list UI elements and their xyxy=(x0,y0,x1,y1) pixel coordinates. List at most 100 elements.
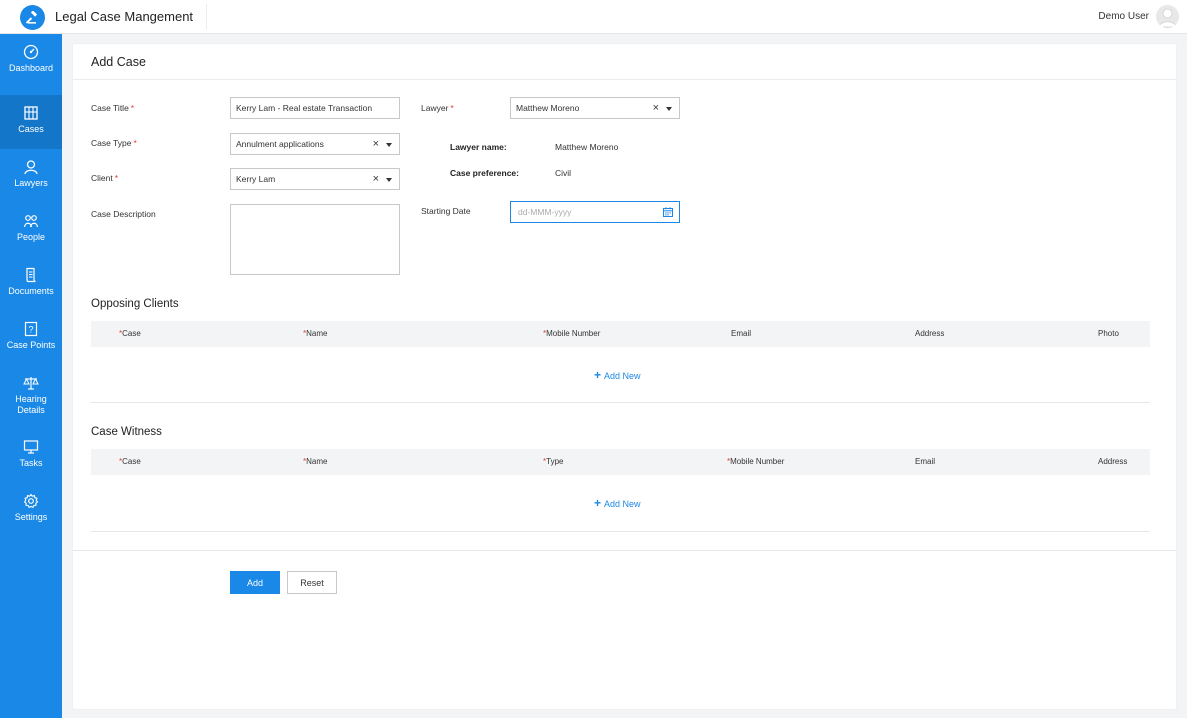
column-header-label: Name xyxy=(306,457,328,466)
case-witness-table-header: *Case *Name *Type *Mobile Number Email A… xyxy=(91,449,1150,475)
people-icon xyxy=(23,215,39,228)
reset-button[interactable]: Reset xyxy=(287,571,337,594)
required-asterisk: * xyxy=(130,103,135,113)
starting-date-input[interactable]: dd-MMM-yyyy xyxy=(510,201,680,223)
sidebar-item-label: People xyxy=(16,232,46,242)
column-header-mobile-number: *Mobile Number xyxy=(541,329,600,338)
opposing-clients-title: Opposing Clients xyxy=(91,298,179,310)
client-value: Kerry Lam xyxy=(236,174,276,184)
column-header-name: *Name xyxy=(301,329,327,338)
sidebar-item-hearing-details[interactable]: Hearing Details xyxy=(0,365,62,427)
opposing-clients-add-new-button[interactable]: + Add New xyxy=(594,368,641,382)
lawyer-name-label: Lawyer name: xyxy=(450,142,507,152)
plus-icon: + xyxy=(594,496,602,510)
divider xyxy=(91,402,1150,403)
column-header-label: Mobile Number xyxy=(546,329,601,338)
user-avatar-icon[interactable] xyxy=(1156,5,1179,28)
starting-date-label: Starting Date xyxy=(421,206,471,216)
sidebar-item-label: Lawyers xyxy=(14,178,48,188)
add-new-label: Add New xyxy=(604,371,641,381)
opposing-clients-table-header: *Case *Name *Mobile Number Email Address… xyxy=(91,321,1150,347)
column-header-address: Address xyxy=(1098,457,1128,466)
sidebar-item-label: Documents xyxy=(8,286,54,296)
clear-icon[interactable]: × xyxy=(373,173,379,185)
sidebar-item-people[interactable]: People xyxy=(0,203,62,257)
divider xyxy=(73,79,1176,80)
settings-icon xyxy=(23,493,39,509)
case-witness-add-new-button[interactable]: + Add New xyxy=(594,496,641,510)
column-header-email: Email xyxy=(915,457,936,466)
lawyer-value: Matthew Moreno xyxy=(516,103,580,113)
column-header-address: Address xyxy=(915,329,945,338)
client-label-text: Client xyxy=(91,173,113,183)
sidebar-item-label: Tasks xyxy=(19,458,43,468)
case-type-select[interactable]: Annulment applications × xyxy=(230,133,400,155)
clear-icon[interactable]: × xyxy=(653,102,659,114)
case-points-icon: ? xyxy=(24,321,38,337)
chevron-down-icon[interactable] xyxy=(666,107,672,111)
chevron-down-icon[interactable] xyxy=(386,143,392,147)
case-preference-label: Case preference: xyxy=(450,168,519,178)
sidebar-item-label: Case Points xyxy=(6,340,56,350)
column-header-case: *Case xyxy=(117,457,141,466)
sidebar-item-cases[interactable]: Cases xyxy=(0,95,62,149)
column-header-type: *Type xyxy=(541,457,563,466)
sidebar-item-label: Dashboard xyxy=(8,63,54,73)
column-header-email: Email xyxy=(731,329,752,338)
column-header-label: Case xyxy=(122,329,141,338)
required-asterisk: * xyxy=(114,173,119,183)
client-select[interactable]: Kerry Lam × xyxy=(230,168,400,190)
sidebar-item-label: Hearing Details xyxy=(15,394,47,415)
documents-icon xyxy=(26,267,36,283)
lawyer-name-value: Matthew Moreno xyxy=(555,142,619,152)
case-description-textarea[interactable] xyxy=(230,204,400,275)
column-header-label: Name xyxy=(306,329,328,338)
app-title: Legal Case Mangement xyxy=(55,9,194,24)
add-case-panel: Add Case Case Title * Kerry Lam - Real es… xyxy=(73,44,1176,709)
sidebar-item-label: Settings xyxy=(14,512,48,522)
required-asterisk: * xyxy=(450,103,454,113)
header-divider xyxy=(206,4,207,30)
column-header-label: Case xyxy=(122,457,141,466)
user-name[interactable]: Demo User xyxy=(1098,11,1149,22)
add-new-label: Add New xyxy=(604,499,641,509)
plus-icon: + xyxy=(594,368,602,382)
top-header: Legal Case Mangement Demo User xyxy=(0,0,1187,34)
calendar-icon[interactable] xyxy=(663,207,673,217)
lawyer-label-text: Lawyer xyxy=(421,103,449,113)
sidebar-item-lawyers[interactable]: Lawyers xyxy=(0,149,62,203)
column-header-label: Type xyxy=(546,457,564,466)
sidebar-item-documents[interactable]: Documents xyxy=(0,257,62,311)
case-type-label-text: Case Type xyxy=(91,138,132,148)
client-label: Client * xyxy=(91,173,118,183)
divider xyxy=(91,531,1150,532)
sidebar-item-case-points[interactable]: ? Case Points xyxy=(0,311,62,365)
column-header-label: Mobile Number xyxy=(730,457,785,466)
case-title-input[interactable]: Kerry Lam - Real estate Transaction xyxy=(230,97,400,119)
column-header-mobile-number: *Mobile Number xyxy=(725,457,784,466)
divider xyxy=(73,550,1176,551)
case-witness-title: Case Witness xyxy=(91,426,162,438)
case-title-label: Case Title * xyxy=(91,103,134,113)
sidebar-item-settings[interactable]: Settings xyxy=(0,483,62,537)
cases-icon xyxy=(24,106,38,120)
column-header-photo: Photo xyxy=(1098,329,1119,338)
tasks-icon xyxy=(23,440,39,454)
starting-date-placeholder: dd-MMM-yyyy xyxy=(518,207,572,217)
lawyer-select[interactable]: Matthew Moreno × xyxy=(510,97,680,119)
column-header-case: *Case xyxy=(117,329,141,338)
chevron-down-icon[interactable] xyxy=(386,178,392,182)
svg-text:?: ? xyxy=(28,325,33,335)
case-title-label-text: Case Title xyxy=(91,103,129,113)
dashboard-icon xyxy=(23,44,39,60)
sidebar-item-dashboard[interactable]: Dashboard xyxy=(0,34,62,88)
column-header-name: *Name xyxy=(301,457,327,466)
case-description-label: Case Description xyxy=(91,209,156,219)
clear-icon[interactable]: × xyxy=(373,138,379,150)
case-type-value: Annulment applications xyxy=(236,139,324,149)
hearing-details-icon xyxy=(23,377,39,390)
add-button[interactable]: Add xyxy=(230,571,280,594)
page-title: Add Case xyxy=(91,55,146,69)
sidebar-item-tasks[interactable]: Tasks xyxy=(0,429,62,483)
case-type-label: Case Type * xyxy=(91,138,137,148)
